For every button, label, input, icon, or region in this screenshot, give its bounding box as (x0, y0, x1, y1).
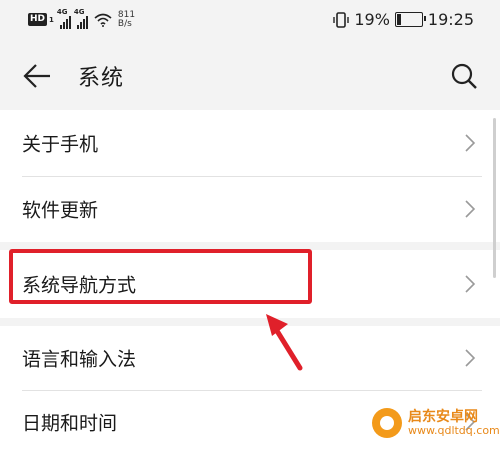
setting-software-update[interactable]: 软件更新 (0, 176, 500, 242)
status-left: HD 1 4G 4G 811 B/s (28, 8, 135, 29)
settings-group-1: 关于手机 软件更新 (0, 110, 500, 242)
watermark-logo-icon (372, 408, 402, 438)
chevron-right-icon (465, 200, 476, 218)
back-arrow-icon[interactable] (22, 62, 52, 90)
watermark: 启东安卓网 www.qdltdq.com (372, 408, 500, 438)
page-title: 系统 (78, 66, 125, 91)
chevron-right-icon (465, 275, 476, 293)
pointer-arrow-icon (266, 314, 303, 371)
highlight-box (9, 249, 312, 304)
setting-label: 关于手机 (22, 133, 99, 156)
status-bar: HD 1 4G 4G 811 B/s 19% 19:25 (0, 0, 500, 42)
signal-icon-2: 4G (73, 8, 88, 29)
scrollbar[interactable] (493, 118, 496, 278)
setting-language-input[interactable]: 语言和输入法 (0, 326, 500, 390)
chevron-right-icon (465, 134, 476, 152)
signal-2-label: 4G (73, 8, 85, 16)
search-icon[interactable] (450, 62, 478, 90)
watermark-url: www.qdltdq.com (408, 424, 500, 437)
network-speed: 811 B/s (117, 10, 135, 29)
status-right: 19% 19:25 (333, 10, 474, 29)
watermark-text: 启东安卓网 www.qdltdq.com (408, 409, 500, 437)
hd-badge: HD (28, 13, 48, 26)
signal-1-label: 4G (56, 8, 68, 16)
app-bar: 系统 (0, 42, 500, 110)
setting-label: 日期和时间 (22, 412, 118, 435)
setting-label: 语言和输入法 (22, 348, 137, 371)
setting-label: 软件更新 (22, 199, 99, 222)
battery-icon (394, 12, 426, 27)
watermark-title: 启东安卓网 (408, 409, 478, 425)
battery-percent: 19% (354, 10, 390, 29)
chevron-right-icon (465, 349, 476, 367)
wifi-icon (94, 13, 112, 27)
vibrate-icon (333, 11, 350, 28)
setting-about-phone[interactable]: 关于手机 (0, 110, 500, 176)
network-speed-unit: B/s (117, 18, 132, 29)
signal-icon-1: 4G (56, 8, 71, 29)
clock: 19:25 (427, 10, 474, 29)
hd-sub-label: 1 (49, 15, 54, 24)
